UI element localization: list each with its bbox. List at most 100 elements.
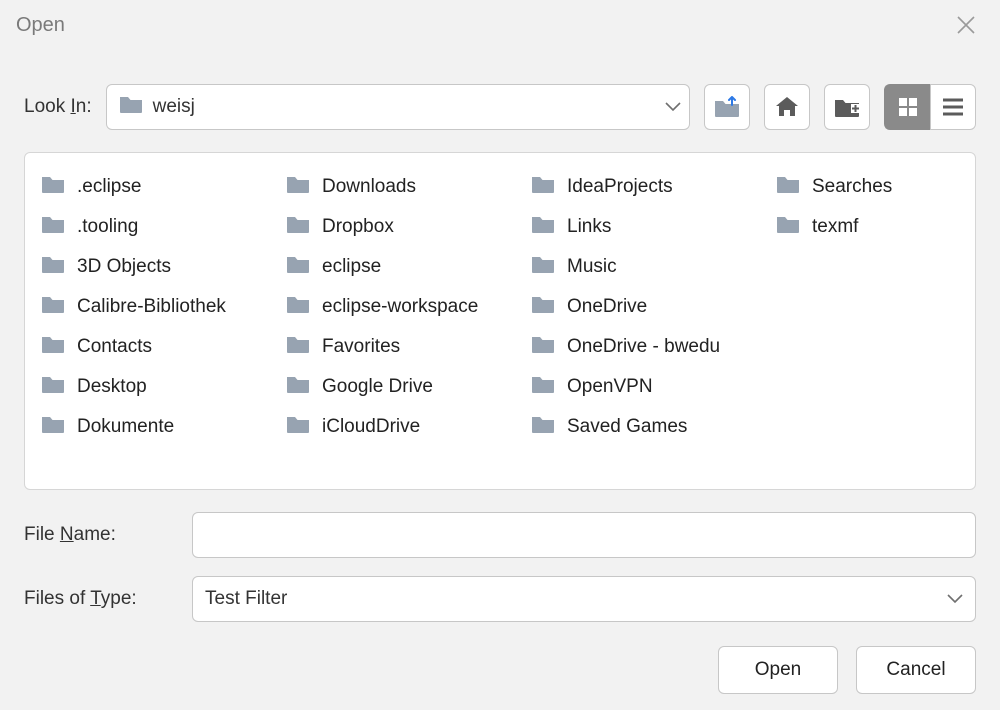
file-item[interactable]: OpenVPN: [525, 367, 770, 407]
lookin-label: Look In:: [24, 96, 92, 118]
file-item[interactable]: Downloads: [280, 167, 525, 207]
folder-icon: [776, 214, 800, 240]
list-view-button[interactable]: [930, 84, 976, 130]
file-item[interactable]: Music: [525, 247, 770, 287]
file-item[interactable]: 3D Objects: [35, 247, 280, 287]
file-item[interactable]: IdeaProjects: [525, 167, 770, 207]
file-name: eclipse: [322, 256, 381, 278]
file-name: OpenVPN: [567, 376, 653, 398]
folder-icon: [776, 174, 800, 200]
file-item[interactable]: Google Drive: [280, 367, 525, 407]
file-name: Desktop: [77, 376, 147, 398]
folder-icon: [531, 214, 555, 240]
view-toggle: [884, 84, 976, 130]
icon-view-button[interactable]: [884, 84, 930, 130]
cancel-button[interactable]: Cancel: [856, 646, 976, 694]
folder-icon: [286, 414, 310, 440]
file-item[interactable]: Searches: [770, 167, 1000, 207]
folder-icon: [286, 174, 310, 200]
folder-icon: [41, 214, 65, 240]
dialog-title: Open: [16, 14, 65, 37]
folder-icon: [531, 254, 555, 280]
folder-icon: [286, 214, 310, 240]
file-name: .eclipse: [77, 176, 141, 198]
title-bar: Open: [0, 0, 1000, 50]
chevron-down-icon: [665, 96, 681, 118]
file-name: eclipse-workspace: [322, 296, 478, 318]
folder-icon: [531, 174, 555, 200]
file-item[interactable]: OneDrive: [525, 287, 770, 327]
new-folder-button[interactable]: [824, 84, 870, 130]
file-item[interactable]: Desktop: [35, 367, 280, 407]
file-name: Saved Games: [567, 416, 687, 438]
file-name: Favorites: [322, 336, 400, 358]
file-item[interactable]: .tooling: [35, 207, 280, 247]
folder-icon: [41, 374, 65, 400]
dialog-buttons: Open Cancel: [0, 646, 1000, 694]
open-dialog: Open Look In: weisj: [0, 0, 1000, 710]
file-name: Dokumente: [77, 416, 174, 438]
folder-icon: [41, 254, 65, 280]
file-name: Contacts: [77, 336, 152, 358]
filename-row: File Name:: [0, 512, 1000, 558]
filetype-value: Test Filter: [205, 588, 287, 610]
folder-icon: [531, 334, 555, 360]
file-item[interactable]: Dropbox: [280, 207, 525, 247]
filetype-combo[interactable]: Test Filter: [192, 576, 976, 622]
file-name: Google Drive: [322, 376, 433, 398]
folder-icon: [41, 294, 65, 320]
filetype-label: Files of Type:: [24, 588, 174, 610]
file-name: Dropbox: [322, 216, 394, 238]
file-item[interactable]: Calibre-Bibliothek: [35, 287, 280, 327]
file-name: Links: [567, 216, 611, 238]
file-name: OneDrive - bwedu: [567, 336, 720, 358]
file-name: iCloudDrive: [322, 416, 420, 438]
file-name: IdeaProjects: [567, 176, 673, 198]
folder-icon: [119, 94, 143, 120]
folder-icon: [41, 174, 65, 200]
file-name: texmf: [812, 216, 858, 238]
filename-input[interactable]: [192, 512, 976, 558]
file-item[interactable]: OneDrive - bwedu: [525, 327, 770, 367]
folder-icon: [286, 374, 310, 400]
filetype-row: Files of Type: Test Filter: [0, 576, 1000, 622]
folder-icon: [531, 414, 555, 440]
chevron-down-icon: [947, 588, 963, 610]
folder-icon: [531, 374, 555, 400]
file-name: Music: [567, 256, 617, 278]
new-folder-icon: [834, 96, 860, 118]
lookin-value: weisj: [153, 96, 195, 118]
folder-icon: [41, 414, 65, 440]
file-item[interactable]: .eclipse: [35, 167, 280, 207]
up-folder-button[interactable]: [704, 84, 750, 130]
file-name: Searches: [812, 176, 892, 198]
open-button[interactable]: Open: [718, 646, 838, 694]
file-name: Downloads: [322, 176, 416, 198]
file-name: OneDrive: [567, 296, 647, 318]
folder-icon: [286, 254, 310, 280]
folder-icon: [531, 294, 555, 320]
file-name: Calibre-Bibliothek: [77, 296, 226, 318]
close-icon[interactable]: [952, 11, 980, 39]
file-item[interactable]: iCloudDrive: [280, 407, 525, 447]
file-item[interactable]: Saved Games: [525, 407, 770, 447]
lookin-combo[interactable]: weisj: [106, 84, 690, 130]
lookin-row: Look In: weisj: [0, 84, 1000, 130]
folder-icon: [286, 294, 310, 320]
file-list[interactable]: .eclipse .tooling 3D Objects Calibre-Biblio…: [24, 152, 976, 490]
file-name: 3D Objects: [77, 256, 171, 278]
home-icon: [775, 96, 799, 118]
home-button[interactable]: [764, 84, 810, 130]
file-item[interactable]: Contacts: [35, 327, 280, 367]
folder-icon: [286, 334, 310, 360]
folder-icon: [41, 334, 65, 360]
file-item[interactable]: Links: [525, 207, 770, 247]
file-item[interactable]: Favorites: [280, 327, 525, 367]
filename-label: File Name:: [24, 524, 174, 546]
file-item[interactable]: eclipse: [280, 247, 525, 287]
grid-icon: [898, 97, 918, 117]
file-item[interactable]: Dokumente: [35, 407, 280, 447]
file-item[interactable]: eclipse-workspace: [280, 287, 525, 327]
folder-up-icon: [714, 96, 740, 118]
file-item[interactable]: texmf: [770, 207, 1000, 247]
